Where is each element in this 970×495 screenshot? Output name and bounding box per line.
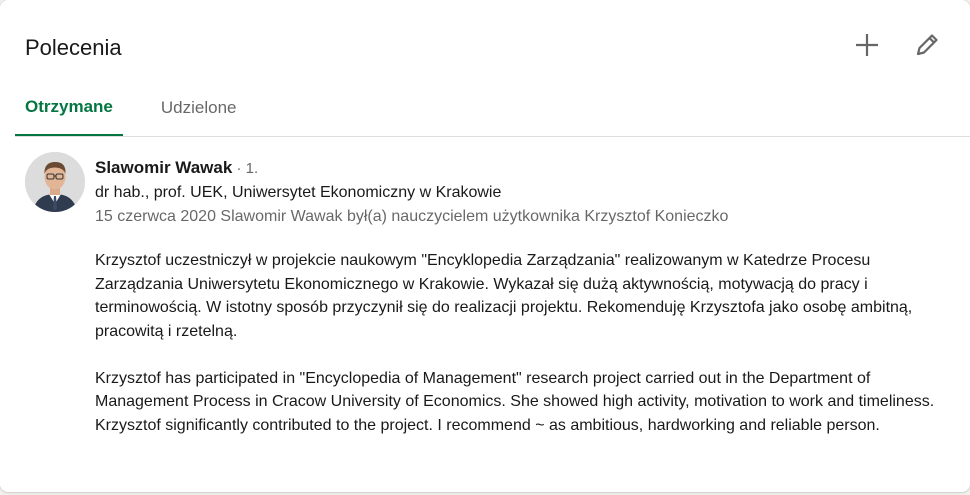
pencil-icon bbox=[916, 34, 938, 56]
tab-received[interactable]: Otrzymane bbox=[15, 80, 123, 136]
add-recommendation-button[interactable] bbox=[850, 28, 884, 62]
recommendation-text: Krzysztof uczestniczył w projekcie nauko… bbox=[95, 249, 945, 437]
recommendations-card: Polecenia Otrzymane Udzielone Slawomir W… bbox=[0, 0, 970, 492]
tab-given[interactable]: Udzielone bbox=[143, 80, 247, 135]
recommender-line: Slawomir Wawak · 1. bbox=[95, 156, 955, 181]
recommendation-paragraph-en: Krzysztof has participated in "Encyclope… bbox=[95, 369, 935, 434]
recommendation-tabs: Otrzymane Udzielone bbox=[15, 80, 970, 137]
recommendation-paragraph-pl: Krzysztof uczestniczył w projekcie nauko… bbox=[95, 252, 913, 340]
edit-recommendations-button[interactable] bbox=[910, 28, 944, 62]
recommendation-meta: 15 czerwca 2020 Slawomir Wawak był(a) na… bbox=[95, 208, 729, 225]
connection-degree: · 1. bbox=[232, 160, 259, 177]
section-title: Polecenia bbox=[25, 35, 122, 60]
recommender-name[interactable]: Slawomir Wawak bbox=[95, 158, 232, 177]
recommendation-item: Slawomir Wawak · 1. dr hab., prof. UEK, … bbox=[95, 156, 955, 437]
plus-icon bbox=[856, 34, 878, 56]
avatar[interactable] bbox=[25, 152, 85, 212]
profile-photo bbox=[25, 152, 85, 212]
recommender-headline: dr hab., prof. UEK, Uniwersytet Ekonomic… bbox=[95, 184, 502, 201]
